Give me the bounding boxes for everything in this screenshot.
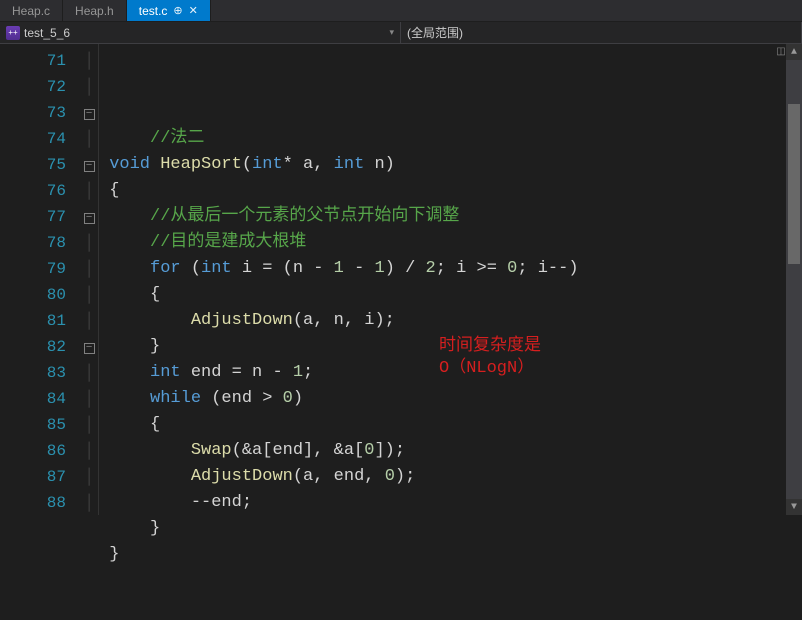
code-line[interactable]: } <box>99 334 802 360</box>
tab-bar: Heap.c Heap.h test.c ⊕ ✕ <box>0 0 802 22</box>
scrollbar-thumb[interactable] <box>788 104 800 264</box>
code-line[interactable]: { <box>99 282 802 308</box>
fold-column: ││−│−│−││││−││││││ <box>80 44 98 515</box>
tab-heap-h[interactable]: Heap.h <box>63 0 127 21</box>
line-number: 82 <box>0 334 66 360</box>
line-number: 76 <box>0 178 66 204</box>
line-number: 79 <box>0 256 66 282</box>
line-number-gutter: 717273747576777879808182838485868788 <box>0 44 80 515</box>
line-number: 74 <box>0 126 66 152</box>
close-icon[interactable]: ✕ <box>189 4 198 17</box>
split-icon[interactable]: ◫ <box>776 44 786 60</box>
code-line[interactable]: //法二 <box>99 126 802 152</box>
code-line[interactable]: for (int i = (n - 1 - 1) / 2; i >= 0; i-… <box>99 256 802 282</box>
navigation-bar: ++ test_5_6 ▾ (全局范围) <box>0 22 802 44</box>
tab-label: Heap.h <box>75 4 114 18</box>
line-number: 84 <box>0 386 66 412</box>
fold-toggle[interactable]: − <box>84 109 95 120</box>
code-line[interactable]: //目的是建成大根堆 <box>99 230 802 256</box>
chevron-down-icon: ▾ <box>389 27 394 38</box>
code-line[interactable]: void HeapSort(int* a, int n) <box>99 152 802 178</box>
fold-toggle[interactable]: − <box>84 343 95 354</box>
line-number: 83 <box>0 360 66 386</box>
line-number: 81 <box>0 308 66 334</box>
line-number: 85 <box>0 412 66 438</box>
fold-toggle[interactable]: − <box>84 213 95 224</box>
code-line[interactable]: { <box>99 412 802 438</box>
line-number: 73 <box>0 100 66 126</box>
code-area[interactable]: //法二 void HeapSort(int* a, int n) { //从最… <box>98 44 802 515</box>
code-line[interactable]: while (end > 0) <box>99 386 802 412</box>
line-number: 88 <box>0 490 66 516</box>
pin-icon[interactable]: ⊕ <box>173 4 182 17</box>
line-number: 87 <box>0 464 66 490</box>
line-number: 72 <box>0 74 66 100</box>
code-line[interactable]: AdjustDown(a, end, 0); <box>99 464 802 490</box>
tab-test-c[interactable]: test.c ⊕ ✕ <box>127 0 211 21</box>
code-line[interactable]: Swap(&a[end], &a[0]); <box>99 438 802 464</box>
code-line[interactable]: int end = n - 1; <box>99 360 802 386</box>
tab-label: test.c <box>139 4 168 18</box>
code-line[interactable]: AdjustDown(a, n, i); <box>99 308 802 334</box>
fold-toggle[interactable]: − <box>84 161 95 172</box>
code-line[interactable]: //从最后一个元素的父节点开始向下调整 <box>99 204 802 230</box>
code-line[interactable]: } <box>99 516 802 542</box>
code-line[interactable]: { <box>99 178 802 204</box>
code-line[interactable] <box>99 100 802 126</box>
member-scope-label: (全局范围) <box>407 24 463 41</box>
member-scope-dropdown[interactable]: (全局范围) <box>401 22 802 43</box>
file-scope-dropdown[interactable]: ++ test_5_6 ▾ <box>0 22 401 43</box>
scroll-down-button[interactable]: ▼ <box>786 499 802 515</box>
line-number: 71 <box>0 48 66 74</box>
line-number: 77 <box>0 204 66 230</box>
line-number: 78 <box>0 230 66 256</box>
line-number: 80 <box>0 282 66 308</box>
scroll-up-button[interactable]: ▲ <box>786 44 802 60</box>
tab-label: Heap.c <box>12 4 50 18</box>
code-line[interactable]: --end; <box>99 490 802 516</box>
vertical-scrollbar[interactable]: ▲ ▼ <box>786 44 802 515</box>
code-editor[interactable]: 717273747576777879808182838485868788 ││−… <box>0 44 802 515</box>
tab-heap-c[interactable]: Heap.c <box>0 0 63 21</box>
line-number: 75 <box>0 152 66 178</box>
code-line[interactable]: } <box>99 542 802 568</box>
cpp-file-icon: ++ <box>6 26 20 40</box>
line-number: 86 <box>0 438 66 464</box>
file-scope-label: test_5_6 <box>24 26 70 40</box>
